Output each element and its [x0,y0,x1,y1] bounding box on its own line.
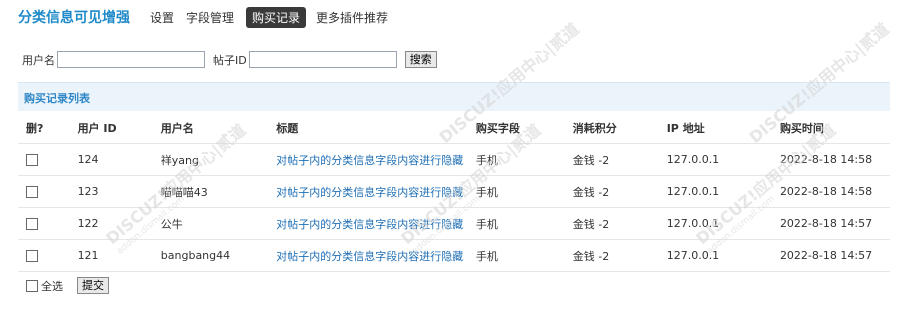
thread-id-input[interactable] [248,51,397,68]
thread-id-label: 帖子ID [213,53,247,67]
nav-settings[interactable]: 设置 [150,7,174,28]
cell-username: 祥yang [160,143,277,176]
search-bar: 用户名 帖子ID 搜索 [22,51,437,68]
table-row: 123 喵喵喵43 对帖子内的分类信息字段内容进行隐藏 手机 金钱 -2 127… [18,175,890,208]
cell-field: 手机 [475,143,573,176]
col-user-id: 用户 ID [77,112,161,144]
top-nav: 分类信息可见增强 设置 字段管理 购买记录 更多插件推荐 [18,6,400,28]
title-link[interactable]: 对帖子内的分类信息字段内容进行隐藏 [276,186,463,199]
cell-username: bangbang44 [160,239,277,272]
table-footer: 全选 提交 [26,277,109,294]
col-cost: 消耗积分 [572,112,667,144]
cell-uid: 121 [77,239,161,272]
table-row: 124 祥yang 对帖子内的分类信息字段内容进行隐藏 手机 金钱 -2 127… [18,143,890,176]
username-label: 用户名 [22,53,55,67]
cell-username: 喵喵喵43 [160,175,277,208]
cell-cost: 金钱 -2 [572,239,667,272]
cell-cost: 金钱 -2 [572,175,667,208]
cell-uid: 122 [77,207,161,240]
nav-field-management[interactable]: 字段管理 [186,7,234,28]
purchase-records-table: 删? 用户 ID 用户名 标题 购买字段 消耗积分 IP 地址 购买时间 124… [18,112,890,272]
col-title: 标题 [276,112,476,144]
delete-checkbox[interactable] [26,250,38,262]
select-all-checkbox[interactable] [26,279,38,292]
cell-ip: 127.0.0.1 [666,239,780,272]
cell-ip: 127.0.0.1 [666,207,780,240]
cell-cost: 金钱 -2 [572,207,667,240]
cell-username: 公牛 [160,207,277,240]
cell-field: 手机 [475,207,573,240]
table-row: 122 公牛 对帖子内的分类信息字段内容进行隐藏 手机 金钱 -2 127.0.… [18,207,890,240]
title-link[interactable]: 对帖子内的分类信息字段内容进行隐藏 [276,154,463,167]
cell-field: 手机 [475,239,573,272]
app-title: 分类信息可见增强 [18,10,130,26]
col-field: 购买字段 [475,112,573,144]
delete-checkbox[interactable] [26,154,38,166]
col-username: 用户名 [160,112,277,144]
col-time: 购买时间 [779,112,890,144]
title-link[interactable]: 对帖子内的分类信息字段内容进行隐藏 [276,250,463,263]
table-row: 121 bangbang44 对帖子内的分类信息字段内容进行隐藏 手机 金钱 -… [18,239,890,272]
cell-uid: 124 [77,143,161,176]
title-link[interactable]: 对帖子内的分类信息字段内容进行隐藏 [276,218,463,231]
cell-time: 2022-8-18 14:58 [779,143,890,176]
cell-uid: 123 [77,175,161,208]
cell-time: 2022-8-18 14:58 [779,175,890,208]
nav-purchase-records[interactable]: 购买记录 [246,6,307,28]
select-all-label: 全选 [41,279,63,293]
submit-button[interactable]: 提交 [77,277,109,294]
cell-ip: 127.0.0.1 [666,143,780,176]
cell-cost: 金钱 -2 [572,143,667,176]
delete-checkbox[interactable] [26,186,38,198]
section-title: 购买记录列表 [24,92,90,105]
cell-time: 2022-8-18 14:57 [779,207,890,240]
table-header-row: 删? 用户 ID 用户名 标题 购买字段 消耗积分 IP 地址 购买时间 [18,112,890,144]
col-delete: 删? [18,112,78,144]
username-input[interactable] [57,51,205,68]
cell-field: 手机 [475,175,573,208]
section-header: 购买记录列表 [18,82,890,111]
cell-ip: 127.0.0.1 [666,175,780,208]
cell-time: 2022-8-18 14:57 [779,239,890,272]
nav-more-plugins[interactable]: 更多插件推荐 [316,7,388,28]
search-button[interactable]: 搜索 [404,51,437,68]
delete-checkbox[interactable] [26,218,38,230]
col-ip: IP 地址 [666,112,780,144]
